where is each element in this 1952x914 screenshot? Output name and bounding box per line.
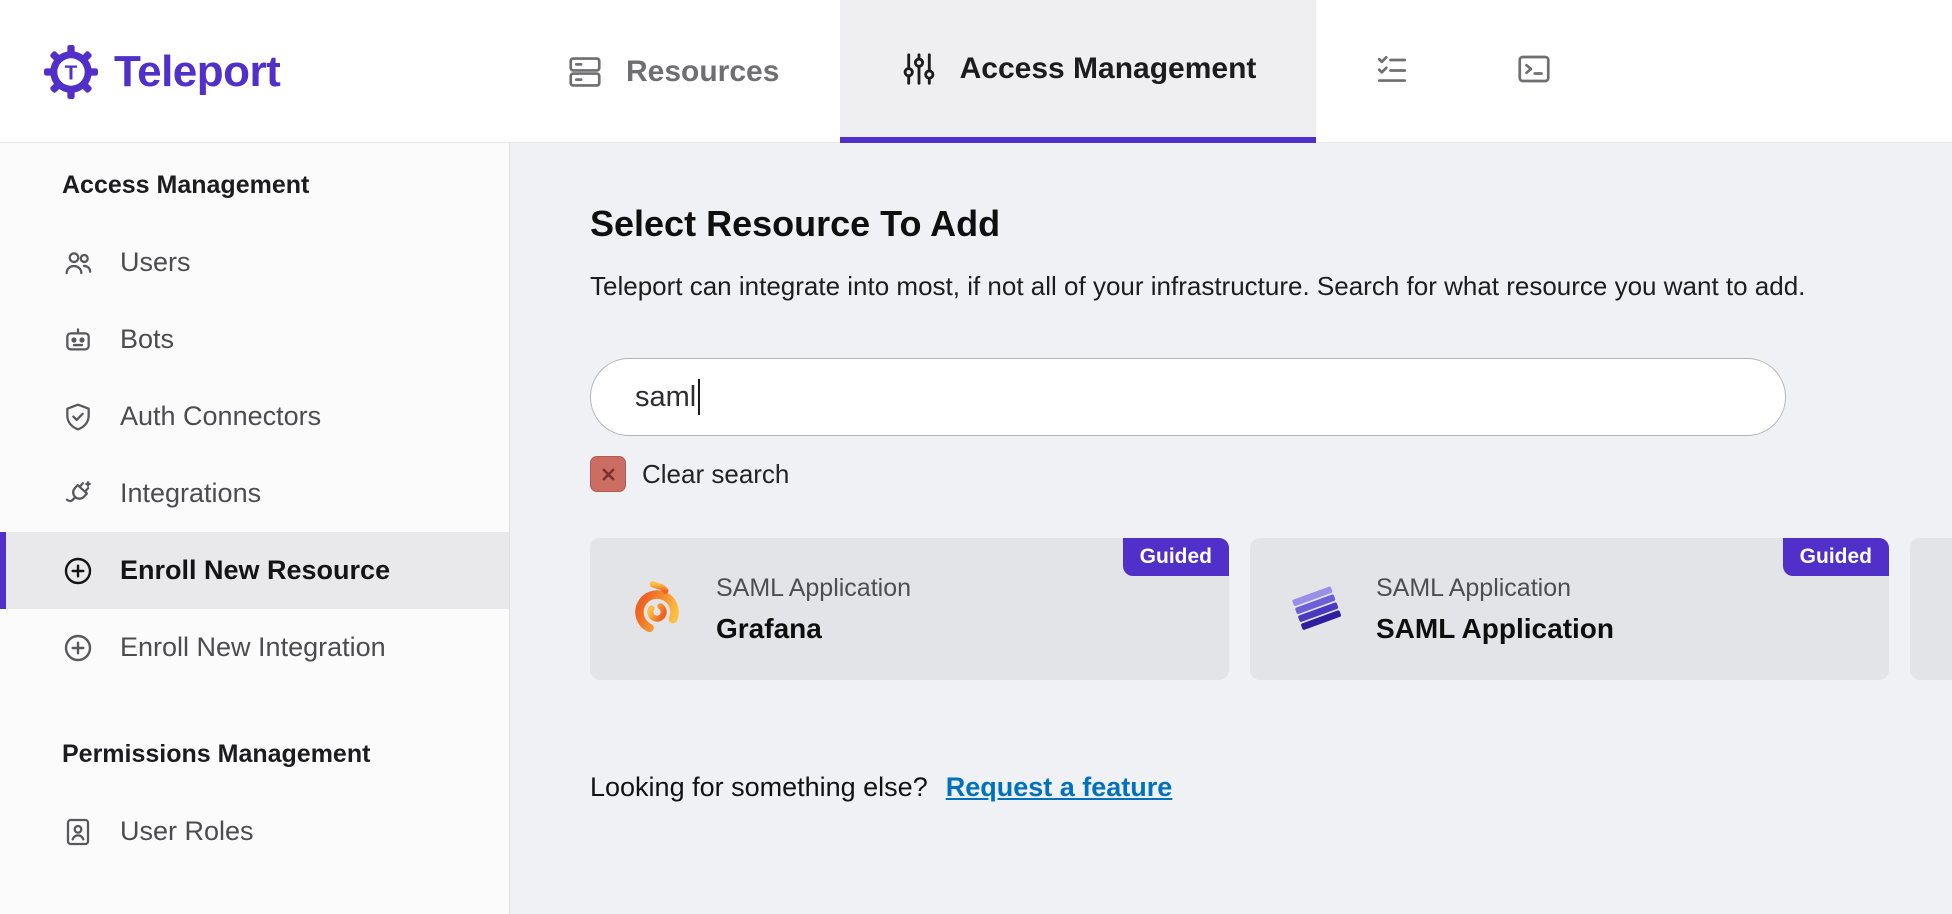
sidebar-item-auth-connectors[interactable]: Auth Connectors <box>0 378 509 455</box>
sliders-icon <box>900 50 938 88</box>
sidebar-item-label: Integrations <box>120 478 261 509</box>
resource-card-partial[interactable] <box>1910 538 1952 680</box>
card-type-label: SAML Application <box>716 574 911 603</box>
search-input[interactable]: saml <box>590 358 1786 436</box>
resource-card-list: SAML Application Grafana Guided <box>590 538 1952 680</box>
resource-card-grafana[interactable]: SAML Application Grafana Guided <box>590 538 1229 680</box>
text-caret <box>698 379 700 415</box>
sidebar-item-label: Enroll New Integration <box>120 632 386 663</box>
tab-label: Resources <box>626 55 779 89</box>
sidebar-item-user-roles[interactable]: User Roles <box>0 793 509 870</box>
user-badge-icon <box>62 816 94 848</box>
plug-icon <box>62 478 94 510</box>
terminal-icon <box>1516 51 1552 92</box>
tab-terminal[interactable] <box>1494 0 1574 143</box>
svg-text:T: T <box>65 61 78 84</box>
close-icon <box>599 465 618 484</box>
clear-search-row: Clear search <box>590 456 1952 492</box>
sidebar-item-label: Bots <box>120 324 174 355</box>
brand[interactable]: T Teleport <box>44 0 280 143</box>
saml-stack-icon <box>1288 580 1346 638</box>
guided-badge: Guided <box>1123 538 1229 576</box>
request-feature-link[interactable]: Request a feature <box>946 772 1173 803</box>
card-title: Grafana <box>716 613 911 645</box>
plus-circle-icon <box>62 555 94 587</box>
sidebar-item-label: Auth Connectors <box>120 401 321 432</box>
sidebar: Access Management Users <box>0 143 510 914</box>
sidebar-item-bots[interactable]: Bots <box>0 301 509 378</box>
plus-circle-icon <box>62 632 94 664</box>
shield-check-icon <box>62 401 94 433</box>
clear-search-label: Clear search <box>642 459 789 490</box>
tab-resources[interactable]: Resources <box>566 0 779 143</box>
sidebar-item-enroll-new-integration[interactable]: Enroll New Integration <box>0 609 509 686</box>
sidebar-section-heading: Access Management <box>0 171 509 200</box>
clear-search-button[interactable] <box>590 456 626 492</box>
page-title: Select Resource To Add <box>590 203 1952 245</box>
card-text: SAML Application SAML Application <box>1376 574 1614 645</box>
card-title: SAML Application <box>1376 613 1614 645</box>
app-root: T Teleport Resources <box>0 0 1952 914</box>
search-value: saml <box>635 381 696 414</box>
tab-checklist[interactable] <box>1352 0 1432 143</box>
tab-access-management[interactable]: Access Management <box>840 0 1316 143</box>
sidebar-item-integrations[interactable]: Integrations <box>0 455 509 532</box>
sidebar-section-heading: Permissions Management <box>0 740 509 769</box>
sidebar-item-label: Enroll New Resource <box>120 555 390 586</box>
users-icon <box>62 247 94 279</box>
footer-row: Looking for something else? Request a fe… <box>590 772 1952 803</box>
page-subtitle: Teleport can integrate into most, if not… <box>590 271 1952 302</box>
guided-badge: Guided <box>1783 538 1889 576</box>
server-stack-icon <box>566 53 604 91</box>
top-nav: T Teleport Resources <box>0 0 1952 143</box>
card-type-label: SAML Application <box>1376 574 1614 603</box>
tab-label: Access Management <box>960 52 1257 86</box>
checklist-icon <box>1374 51 1410 92</box>
sidebar-item-label: Users <box>120 247 191 278</box>
resource-card-saml-application[interactable]: SAML Application SAML Application Guided <box>1250 538 1889 680</box>
teleport-logo-icon: T <box>44 45 98 99</box>
bot-icon <box>62 324 94 356</box>
sidebar-item-enroll-new-resource[interactable]: Enroll New Resource <box>0 532 509 609</box>
footer-prompt: Looking for something else? <box>590 772 928 803</box>
sidebar-item-label: User Roles <box>120 816 254 847</box>
card-text: SAML Application Grafana <box>716 574 911 645</box>
brand-name: Teleport <box>114 47 280 97</box>
grafana-icon <box>628 580 686 638</box>
main-content: Select Resource To Add Teleport can inte… <box>511 143 1952 914</box>
sidebar-item-users[interactable]: Users <box>0 224 509 301</box>
